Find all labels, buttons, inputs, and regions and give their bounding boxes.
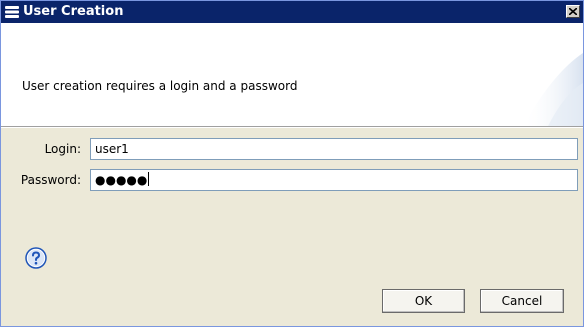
password-field[interactable]: ●●●●● <box>90 169 578 191</box>
close-icon <box>569 8 577 15</box>
login-field[interactable]: user1 <box>90 138 578 160</box>
cancel-button[interactable]: Cancel <box>480 289 564 313</box>
eclipse-icon <box>4 4 20 20</box>
ok-button[interactable]: OK <box>382 289 465 313</box>
user-creation-dialog: User Creation User creation requires a l… <box>0 0 584 327</box>
window-title: User Creation <box>23 4 124 19</box>
title-bar[interactable]: User Creation <box>1 1 583 23</box>
password-label: Password: <box>20 173 81 187</box>
help-icon[interactable] <box>25 247 47 269</box>
password-mask: ●●●●● <box>95 173 148 187</box>
message-banner: User creation requires a login and a pas… <box>1 23 583 126</box>
text-caret <box>148 172 150 186</box>
close-button[interactable] <box>566 5 580 18</box>
banner-decoration <box>523 53 583 126</box>
banner-message: User creation requires a login and a pas… <box>22 79 298 93</box>
login-label: Login: <box>44 142 81 156</box>
